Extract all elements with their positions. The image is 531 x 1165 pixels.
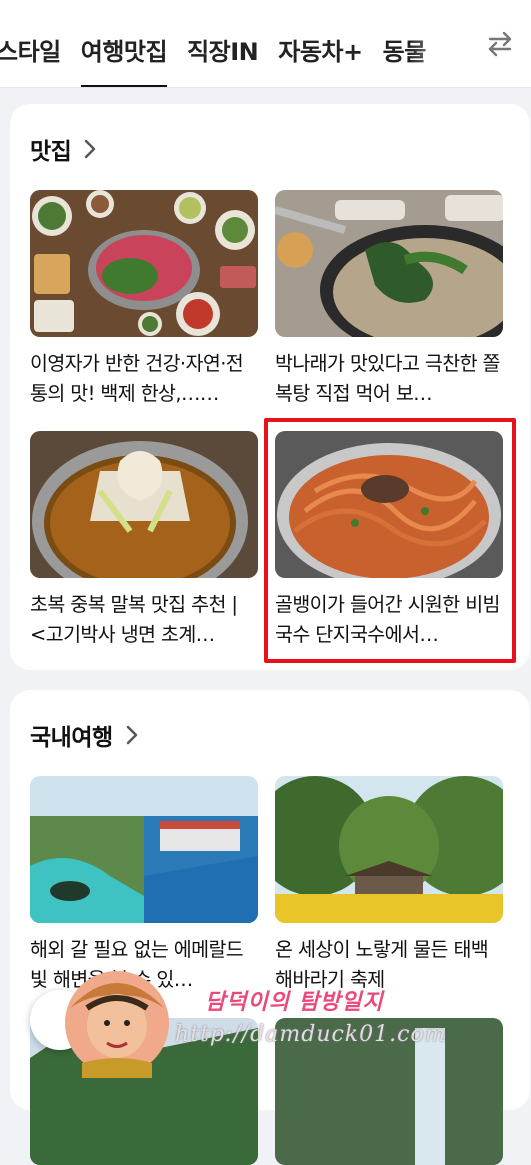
chevron-right-icon xyxy=(126,725,137,745)
tab-edit-button[interactable] xyxy=(469,0,531,87)
swap-arrows-icon xyxy=(488,31,512,57)
section-title: 맛집 xyxy=(30,139,72,165)
tab-work[interactable]: 직장IN xyxy=(177,0,268,87)
section-title: 국내여행 xyxy=(30,725,113,751)
mascot-logo xyxy=(65,971,169,1078)
tab-style[interactable]: 스타일 xyxy=(0,0,71,87)
food-table-thumbnail xyxy=(30,190,258,337)
article-card[interactable]: 온 세상이 노랗게 물든 태백 해바라기 축제 xyxy=(275,776,503,995)
section-header-restaurant[interactable]: 맛집 xyxy=(30,132,99,166)
article-title: 이영자가 반한 건강·자연·전통의 맛! 백제 한상,…… xyxy=(30,352,244,405)
tab-travel-food[interactable]: 여행맛집 xyxy=(71,0,177,87)
tab-car[interactable]: 자동차+ xyxy=(268,0,372,87)
category-tab-bar: 스타일 여행맛집 직장IN 자동차+ 동물 xyxy=(0,0,531,88)
watermark-name: 담덕이의 탐방일지 xyxy=(205,989,384,1015)
article-card[interactable]: 해외 갈 필요 없는 에메랄드 빛 해변을 볼 수 있… xyxy=(30,776,258,995)
chevron-right-icon xyxy=(85,139,96,159)
puffer-fish-soup-thumbnail xyxy=(275,190,503,337)
tab-list: 스타일 여행맛집 직장IN 자동차+ 동물 xyxy=(0,0,436,87)
article-card[interactable]: 이영자가 반한 건강·자연·전통의 맛! 백제 한상,…… xyxy=(30,190,258,409)
article-title: 박나래가 맛있다고 극찬한 쫄복탕 직접 먹어 보… xyxy=(275,352,500,405)
watermark-url: http://damduck01.com xyxy=(175,1022,447,1047)
cold-noodle-thumbnail xyxy=(30,431,258,578)
sunflower-festival-thumbnail xyxy=(275,776,503,923)
section-header-domestic-travel[interactable]: 국내여행 xyxy=(30,718,141,752)
article-title: 초복 중복 말복 맛집 추천 | <고기박사 냉면 초계… xyxy=(30,593,238,646)
article-card[interactable]: 박나래가 맛있다고 극찬한 쫄복탕 직접 먹어 보… xyxy=(275,190,503,409)
highlight-box xyxy=(264,418,516,663)
emerald-beach-thumbnail xyxy=(30,776,258,923)
tab-fade xyxy=(409,0,469,87)
article-card[interactable]: 초복 중복 말복 맛집 추천 | <고기박사 냉면 초계… xyxy=(30,431,258,650)
